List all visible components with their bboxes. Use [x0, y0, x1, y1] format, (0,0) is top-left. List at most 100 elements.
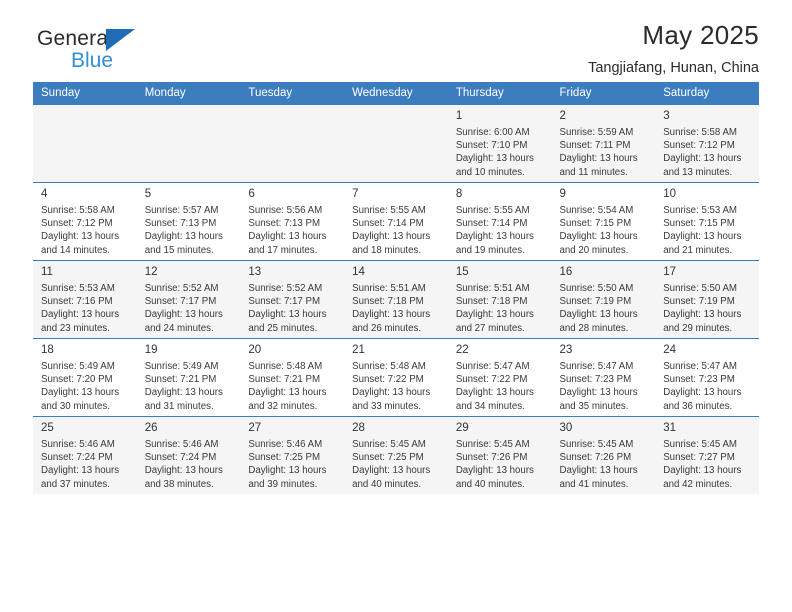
day-cell-content: 2 Sunrise: 5:59 AM Sunset: 7:11 PM Daylig…	[552, 105, 656, 182]
day-cell-content: 19 Sunrise: 5:49 AM Sunset: 7:21 PM Dayli…	[137, 339, 241, 416]
day-number: 16	[559, 266, 573, 278]
calendar-day-cell[interactable]: 14 Sunrise: 5:51 AM Sunset: 7:18 PM Dayli…	[344, 260, 448, 339]
sun-times-info: Sunrise: 5:48 AM Sunset: 7:22 PM Dayligh…	[352, 361, 431, 412]
calendar-day-cell[interactable]: 24 Sunrise: 5:47 AM Sunset: 7:23 PM Dayli…	[655, 338, 759, 417]
sun-times-info: Sunrise: 5:46 AM Sunset: 7:24 PM Dayligh…	[144, 439, 223, 490]
calendar-day-cell[interactable]: 15 Sunrise: 5:51 AM Sunset: 7:18 PM Dayli…	[447, 260, 552, 339]
day-number: 25	[41, 422, 54, 434]
sun-times-info: Sunrise: 5:49 AM Sunset: 7:20 PM Dayligh…	[41, 361, 120, 412]
sun-times-info: Sunrise: 6:00 AM Sunset: 7:10 PM Dayligh…	[455, 127, 534, 178]
weekday-header-row: Sunday Monday Tuesday Wednesday Thursday…	[33, 82, 759, 105]
calendar-table: Sunday Monday Tuesday Wednesday Thursday…	[33, 82, 759, 494]
day-number: 15	[455, 266, 469, 278]
sun-times-info: Sunrise: 5:58 AM Sunset: 7:12 PM Dayligh…	[41, 205, 120, 256]
day-cell-content: 30 Sunrise: 5:45 AM Sunset: 7:26 PM Dayli…	[552, 417, 656, 494]
sun-times-info: Sunrise: 5:57 AM Sunset: 7:13 PM Dayligh…	[144, 205, 223, 256]
calendar-body: 1 Sunrise: 6:00 AM Sunset: 7:10 PM Daylig…	[33, 104, 759, 494]
day-cell-content: 21 Sunrise: 5:48 AM Sunset: 7:22 PM Dayli…	[344, 339, 448, 416]
sun-times-info: Sunrise: 5:45 AM Sunset: 7:26 PM Dayligh…	[455, 439, 534, 490]
calendar-day-cell[interactable]: 22 Sunrise: 5:47 AM Sunset: 7:22 PM Dayli…	[447, 338, 552, 417]
day-number: 13	[248, 266, 262, 278]
day-number: 19	[144, 344, 158, 356]
sun-times-info: Sunrise: 5:50 AM Sunset: 7:19 PM Dayligh…	[663, 283, 742, 334]
day-number: 30	[559, 422, 573, 434]
calendar-day-cell[interactable]: 12 Sunrise: 5:52 AM Sunset: 7:17 PM Dayli…	[136, 260, 241, 339]
general-blue-logo[interactable]: General Blue	[37, 28, 227, 78]
calendar-day-cell[interactable]: 26 Sunrise: 5:46 AM Sunset: 7:24 PM Dayli…	[136, 416, 241, 494]
calendar-day-cell[interactable]: 31 Sunrise: 5:45 AM Sunset: 7:27 PM Dayli…	[655, 416, 759, 494]
day-cell-content: 18 Sunrise: 5:49 AM Sunset: 7:20 PM Dayli…	[33, 339, 137, 416]
calendar-day-cell[interactable]: 23 Sunrise: 5:47 AM Sunset: 7:23 PM Dayli…	[551, 338, 656, 417]
calendar-day-cell[interactable]: 7 Sunrise: 5:55 AM Sunset: 7:14 PM Daylig…	[344, 182, 448, 261]
sun-times-info: Sunrise: 5:59 AM Sunset: 7:11 PM Dayligh…	[559, 127, 638, 178]
day-cell-content: 28 Sunrise: 5:45 AM Sunset: 7:25 PM Dayli…	[344, 417, 448, 494]
calendar-day-cell[interactable]: 6 Sunrise: 5:56 AM Sunset: 7:13 PM Daylig…	[240, 182, 345, 261]
sun-times-info: Sunrise: 5:47 AM Sunset: 7:23 PM Dayligh…	[559, 361, 638, 412]
sun-times-info: Sunrise: 5:51 AM Sunset: 7:18 PM Dayligh…	[455, 283, 534, 334]
day-cell-content: 27 Sunrise: 5:46 AM Sunset: 7:25 PM Dayli…	[240, 417, 344, 494]
weekday-header-tuesday: Tuesday	[240, 82, 345, 105]
calendar-cell-empty	[240, 104, 345, 183]
day-cell-content: 25 Sunrise: 5:46 AM Sunset: 7:24 PM Dayli…	[33, 417, 137, 494]
calendar-week-row: 18 Sunrise: 5:49 AM Sunset: 7:20 PM Dayli…	[33, 338, 759, 417]
calendar-day-cell[interactable]: 29 Sunrise: 5:45 AM Sunset: 7:26 PM Dayli…	[447, 416, 552, 494]
day-cell-content: 9 Sunrise: 5:54 AM Sunset: 7:15 PM Daylig…	[552, 183, 656, 260]
calendar-day-cell[interactable]: 21 Sunrise: 5:48 AM Sunset: 7:22 PM Dayli…	[344, 338, 448, 417]
page-header: General Blue May 2025 Tangjiafang, Hunan…	[33, 0, 759, 76]
weekday-header-sunday: Sunday	[33, 82, 137, 105]
day-cell-content: 6 Sunrise: 5:56 AM Sunset: 7:13 PM Daylig…	[240, 183, 344, 260]
day-number: 4	[41, 188, 48, 200]
day-number: 23	[559, 344, 573, 356]
day-cell-content: 12 Sunrise: 5:52 AM Sunset: 7:17 PM Dayli…	[137, 261, 241, 338]
day-cell-content: 31 Sunrise: 5:45 AM Sunset: 7:27 PM Dayli…	[655, 417, 759, 494]
day-number: 2	[559, 110, 566, 122]
day-number: 21	[352, 344, 365, 356]
day-cell-content: 20 Sunrise: 5:48 AM Sunset: 7:21 PM Dayli…	[240, 339, 344, 416]
day-cell-content: 29 Sunrise: 5:45 AM Sunset: 7:26 PM Dayli…	[448, 417, 552, 494]
day-number: 26	[144, 422, 158, 434]
sun-times-info: Sunrise: 5:53 AM Sunset: 7:15 PM Dayligh…	[663, 205, 742, 256]
calendar-day-cell[interactable]: 13 Sunrise: 5:52 AM Sunset: 7:17 PM Dayli…	[240, 260, 345, 339]
day-number: 28	[352, 422, 365, 434]
calendar-day-cell[interactable]: 9 Sunrise: 5:54 AM Sunset: 7:15 PM Daylig…	[551, 182, 656, 261]
calendar-day-cell[interactable]: 20 Sunrise: 5:48 AM Sunset: 7:21 PM Dayli…	[240, 338, 345, 417]
calendar-day-cell[interactable]: 3 Sunrise: 5:58 AM Sunset: 7:12 PM Daylig…	[655, 104, 759, 183]
calendar-day-cell[interactable]: 30 Sunrise: 5:45 AM Sunset: 7:26 PM Dayli…	[551, 416, 656, 494]
sun-times-info: Sunrise: 5:47 AM Sunset: 7:23 PM Dayligh…	[663, 361, 742, 412]
calendar-day-cell[interactable]: 11 Sunrise: 5:53 AM Sunset: 7:16 PM Dayli…	[33, 260, 137, 339]
calendar-day-cell[interactable]: 17 Sunrise: 5:50 AM Sunset: 7:19 PM Dayli…	[655, 260, 759, 339]
calendar-day-cell[interactable]: 4 Sunrise: 5:58 AM Sunset: 7:12 PM Daylig…	[33, 182, 137, 261]
day-cell-content: 5 Sunrise: 5:57 AM Sunset: 7:13 PM Daylig…	[137, 183, 241, 260]
calendar-day-cell[interactable]: 2 Sunrise: 5:59 AM Sunset: 7:11 PM Daylig…	[551, 104, 656, 183]
day-number: 10	[663, 188, 677, 200]
day-cell-content: 7 Sunrise: 5:55 AM Sunset: 7:14 PM Daylig…	[344, 183, 448, 260]
sun-times-info: Sunrise: 5:55 AM Sunset: 7:14 PM Dayligh…	[455, 205, 534, 256]
day-cell-content: 16 Sunrise: 5:50 AM Sunset: 7:19 PM Dayli…	[552, 261, 656, 338]
calendar-day-cell[interactable]: 8 Sunrise: 5:55 AM Sunset: 7:14 PM Daylig…	[447, 182, 552, 261]
calendar-day-cell[interactable]: 25 Sunrise: 5:46 AM Sunset: 7:24 PM Dayli…	[33, 416, 137, 494]
day-cell-content: 17 Sunrise: 5:50 AM Sunset: 7:19 PM Dayli…	[655, 261, 759, 338]
calendar-day-cell[interactable]: 18 Sunrise: 5:49 AM Sunset: 7:20 PM Dayli…	[33, 338, 137, 417]
day-cell-content: 15 Sunrise: 5:51 AM Sunset: 7:18 PM Dayli…	[448, 261, 552, 338]
day-number: 7	[352, 188, 359, 200]
weekday-header-wednesday: Wednesday	[344, 82, 448, 105]
calendar-week-row: 11 Sunrise: 5:53 AM Sunset: 7:16 PM Dayli…	[33, 260, 759, 339]
calendar-week-row: 4 Sunrise: 5:58 AM Sunset: 7:12 PM Daylig…	[33, 182, 759, 261]
day-number: 6	[248, 188, 255, 200]
sun-times-info: Sunrise: 5:54 AM Sunset: 7:15 PM Dayligh…	[559, 205, 638, 256]
calendar-day-cell[interactable]: 5 Sunrise: 5:57 AM Sunset: 7:13 PM Daylig…	[136, 182, 241, 261]
weekday-header-saturday: Saturday	[655, 82, 759, 105]
calendar-day-cell[interactable]: 10 Sunrise: 5:53 AM Sunset: 7:15 PM Dayli…	[655, 182, 759, 261]
sun-times-info: Sunrise: 5:46 AM Sunset: 7:25 PM Dayligh…	[248, 439, 327, 490]
day-number: 17	[663, 266, 677, 278]
day-number: 27	[248, 422, 262, 434]
calendar-day-cell[interactable]: 27 Sunrise: 5:46 AM Sunset: 7:25 PM Dayli…	[240, 416, 345, 494]
calendar-day-cell[interactable]: 19 Sunrise: 5:49 AM Sunset: 7:21 PM Dayli…	[136, 338, 241, 417]
weekday-header-monday: Monday	[136, 82, 241, 105]
sun-times-info: Sunrise: 5:47 AM Sunset: 7:22 PM Dayligh…	[455, 361, 534, 412]
calendar-day-cell[interactable]: 1 Sunrise: 6:00 AM Sunset: 7:10 PM Daylig…	[447, 104, 552, 183]
calendar-day-cell[interactable]: 28 Sunrise: 5:45 AM Sunset: 7:25 PM Dayli…	[344, 416, 448, 494]
calendar-cell-empty	[33, 104, 137, 183]
day-cell-content: 4 Sunrise: 5:58 AM Sunset: 7:12 PM Daylig…	[33, 183, 137, 260]
calendar-day-cell[interactable]: 16 Sunrise: 5:50 AM Sunset: 7:19 PM Dayli…	[551, 260, 656, 339]
